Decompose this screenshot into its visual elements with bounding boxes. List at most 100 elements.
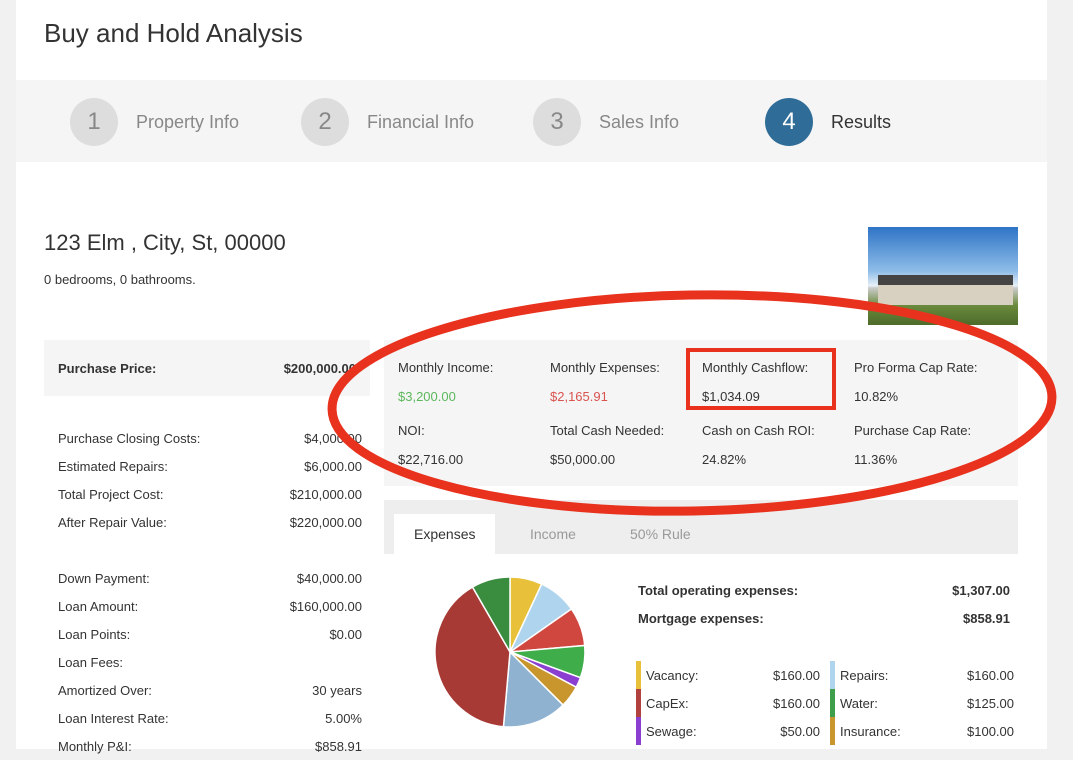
legend-swatch — [830, 689, 835, 717]
total-row: Total operating expenses: $1,307.00 — [638, 583, 1010, 598]
legend-value: $160.00 — [967, 667, 1014, 683]
tab-expenses[interactable]: Expenses — [394, 514, 496, 554]
metric: Monthly Income: $3,200.00 — [398, 360, 493, 404]
step-label: Financial Info — [367, 111, 475, 132]
summary-row: Loan Points: $0.00 — [44, 620, 370, 648]
summary-label: Estimated Repairs: — [58, 458, 168, 474]
legend-swatch — [636, 689, 641, 717]
metric-label: NOI: — [398, 423, 425, 438]
legend-swatch — [636, 717, 641, 745]
legend-swatch — [636, 661, 641, 689]
legend-swatch — [830, 717, 835, 745]
legend-item: Vacancy: $160.00 — [636, 661, 822, 689]
legend-label: Vacancy: — [646, 667, 699, 683]
metric: Pro Forma Cap Rate: 10.82% — [854, 360, 978, 404]
metric-label: Monthly Cashflow: — [702, 360, 809, 375]
step-2[interactable]: 2 Financial Info — [301, 98, 474, 146]
summary-label: Loan Fees: — [58, 654, 124, 670]
summary-value: $160,000.00 — [289, 598, 362, 614]
summary-label: Monthly P&I: — [58, 738, 132, 754]
total-label: Total operating expenses: — [638, 583, 799, 598]
summary-label: Amortized Over: — [58, 682, 152, 698]
metric-value: 11.36% — [854, 452, 898, 467]
step-number: 1 — [70, 98, 118, 146]
legend-label: Water: — [840, 695, 878, 711]
step-3[interactable]: 3 Sales Info — [533, 98, 679, 146]
page-title: Buy and Hold Analysis — [44, 18, 303, 48]
summary-row: After Repair Value: $220,000.00 — [44, 508, 370, 536]
summary-row: Down Payment: $40,000.00 — [44, 564, 370, 592]
property-address: 123 Elm , City, St, 00000 — [44, 230, 286, 255]
step-label: Results — [831, 111, 892, 132]
summary-row: Estimated Repairs: $6,000.00 — [44, 452, 370, 480]
metric-value: $1,034.09 — [702, 389, 760, 404]
step-label: Property Info — [136, 111, 240, 132]
total-row: Mortgage expenses: $858.91 — [638, 611, 1010, 626]
step-number: 4 — [765, 98, 813, 146]
metric-label: Monthly Income: — [398, 360, 494, 375]
step-label: Sales Info — [599, 111, 680, 132]
total-label: Mortgage expenses: — [638, 611, 764, 626]
expense-pie-chart — [434, 576, 586, 728]
metric-value: $2,165.91 — [550, 389, 608, 404]
metric-label: Purchase Cap Rate: — [854, 423, 972, 438]
legend-label: CapEx: — [646, 695, 689, 711]
summary-label: Loan Interest Rate: — [58, 710, 169, 726]
metric: Cash on Cash ROI: 24.82% — [702, 423, 815, 467]
summary-value: $6,000.00 — [304, 458, 362, 474]
summary-row: Loan Interest Rate: 5.00% — [44, 704, 370, 732]
metric: Purchase Cap Rate: 11.36% — [854, 423, 971, 467]
metric-label: Cash on Cash ROI: — [702, 423, 815, 438]
tab-income[interactable]: Income — [510, 514, 596, 554]
summary-label: Total Project Cost: — [58, 486, 164, 502]
legend-label: Repairs: — [840, 667, 889, 683]
summary-label: Purchase Closing Costs: — [58, 430, 201, 446]
legend-item: Water: $125.00 — [830, 689, 1016, 717]
summary-row: Amortized Over: 30 years — [44, 676, 370, 704]
total-value: $858.91 — [963, 611, 1010, 626]
purchase-price-label: Purchase Price: — [58, 360, 157, 376]
legend-label: Insurance: — [840, 723, 901, 739]
summary-row: Loan Fees: — [44, 648, 370, 676]
property-photo — [868, 227, 1018, 325]
legend-value: $160.00 — [773, 695, 820, 711]
legend-value: $160.00 — [773, 667, 820, 683]
summary-label: Loan Amount: — [58, 598, 139, 614]
summary-row: Purchase Closing Costs: $4,000.00 — [44, 424, 370, 452]
metric-label: Pro Forma Cap Rate: — [854, 360, 978, 375]
metrics-panel: Monthly Income: $3,200.00 Monthly Expenses… — [384, 340, 1018, 486]
legend-value: $50.00 — [780, 723, 820, 739]
metric-label: Monthly Expenses: — [550, 360, 660, 375]
summary-label: Loan Points: — [58, 626, 131, 642]
summary-value: $40,000.00 — [296, 570, 362, 586]
summary-row: Total Project Cost: $210,000.00 — [44, 480, 370, 508]
legend-item: Sewage: $50.00 — [636, 717, 822, 745]
metric: Monthly Expenses: $2,165.91 — [550, 360, 660, 404]
financial-summary: Purchase Price: $200,000.00 Purchase Clos… — [44, 340, 370, 760]
metric-value: $50,000.00 — [550, 452, 616, 467]
legend-value: $100.00 — [967, 723, 1014, 739]
metric-value: 10.82% — [854, 389, 899, 404]
summary-label: Down Payment: — [58, 570, 150, 586]
legend-swatch — [830, 661, 835, 689]
step-number: 3 — [533, 98, 581, 146]
step-number: 2 — [301, 98, 349, 146]
legend-item: Repairs: $160.00 — [830, 661, 1016, 689]
legend-item: Insurance: $100.00 — [830, 717, 1016, 745]
summary-value: $220,000.00 — [289, 514, 362, 530]
summary-value: $210,000.00 — [289, 486, 362, 502]
summary-label: After Repair Value: — [58, 514, 167, 530]
wizard-steps: 1 Property Info 2 Financial Info 3 Sales Info… — [16, 80, 1047, 162]
step-4[interactable]: 4 Results — [765, 98, 891, 146]
summary-value: 30 years — [312, 682, 362, 698]
metric: Monthly Cashflow: $1,034.09 — [702, 360, 808, 404]
chart-tabs: Expenses Income 50% Rule — [384, 500, 1018, 554]
metric-value: $3,200.00 — [398, 389, 456, 404]
tab-50-rule[interactable]: 50% Rule — [610, 514, 711, 554]
purchase-price-value: $200,000.00 — [283, 360, 356, 376]
total-value: $1,307.00 — [952, 583, 1010, 598]
step-1[interactable]: 1 Property Info — [70, 98, 239, 146]
metric-value: 24.82% — [702, 452, 747, 467]
